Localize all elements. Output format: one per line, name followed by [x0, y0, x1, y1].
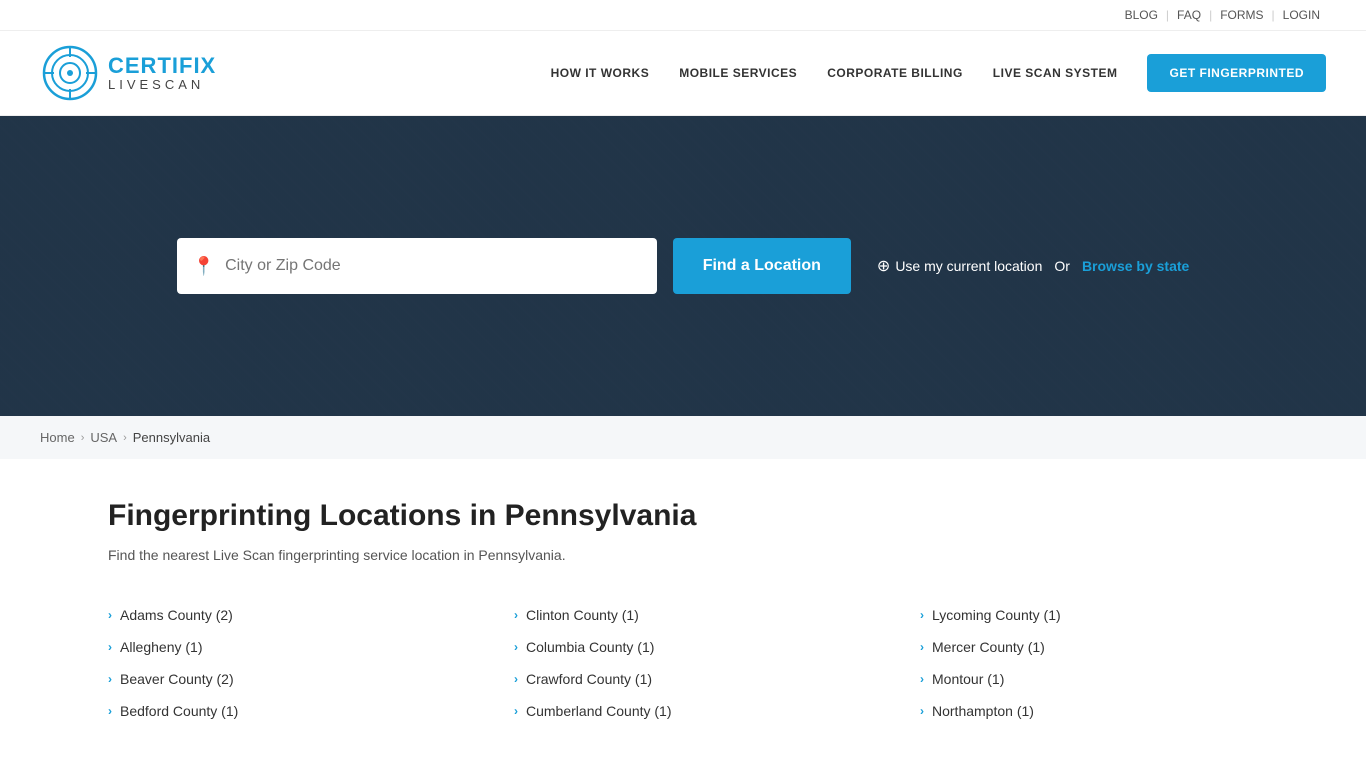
list-item[interactable]: › Montour (1): [920, 663, 1326, 695]
chevron-icon: ›: [920, 640, 924, 654]
search-box: 📍: [177, 238, 657, 294]
chevron-icon: ›: [920, 672, 924, 686]
logo-livescan: LIVESCAN: [108, 78, 216, 92]
or-text: Or: [1054, 258, 1070, 274]
chevron-icon: ›: [108, 672, 112, 686]
blog-link[interactable]: BLOG: [1125, 8, 1158, 22]
nav-mobile-services[interactable]: MOBILE SERVICES: [679, 66, 797, 80]
chevron-icon: ›: [920, 704, 924, 718]
county-col-2: › Clinton County (1) › Columbia County (…: [514, 599, 920, 727]
chevron-icon: ›: [514, 640, 518, 654]
list-item[interactable]: › Columbia County (1): [514, 631, 920, 663]
county-grid: › Adams County (2) › Allegheny (1) › Bea…: [108, 599, 1326, 727]
county-name: Cumberland County (1): [526, 703, 672, 719]
separator-3: |: [1272, 8, 1275, 22]
breadcrumb-current: Pennsylvania: [133, 430, 210, 445]
logo[interactable]: CERTIFIX LIVESCAN: [40, 43, 216, 103]
find-location-button[interactable]: Find a Location: [673, 238, 851, 294]
separator-2: |: [1209, 8, 1212, 22]
list-item[interactable]: › Adams County (2): [108, 599, 514, 631]
breadcrumb-chevron-2: ›: [123, 432, 127, 444]
get-fingerprinted-button[interactable]: GET FINGERPRINTED: [1147, 54, 1326, 92]
logo-text: CERTIFIX LIVESCAN: [108, 54, 216, 92]
county-name: Montour (1): [932, 671, 1004, 687]
breadcrumb-home[interactable]: Home: [40, 430, 75, 445]
logo-certifix: CERTIFIX: [108, 54, 216, 78]
top-bar: BLOG | FAQ | FORMS | LOGIN: [0, 0, 1366, 31]
county-name: Clinton County (1): [526, 607, 639, 623]
chevron-icon: ›: [108, 704, 112, 718]
county-name: Allegheny (1): [120, 639, 203, 655]
list-item[interactable]: › Cumberland County (1): [514, 695, 920, 727]
nav-how-it-works[interactable]: HOW IT WORKS: [551, 66, 650, 80]
hero-content: 📍 Find a Location ⊕ Use my current locat…: [177, 238, 1190, 294]
use-location-button[interactable]: ⊕ Use my current location: [877, 256, 1042, 276]
breadcrumb-usa[interactable]: USA: [90, 430, 117, 445]
login-link[interactable]: LOGIN: [1283, 8, 1320, 22]
list-item[interactable]: › Northampton (1): [920, 695, 1326, 727]
county-name: Bedford County (1): [120, 703, 238, 719]
county-col-3: › Lycoming County (1) › Mercer County (1…: [920, 599, 1326, 727]
chevron-icon: ›: [920, 608, 924, 622]
search-input[interactable]: [225, 257, 641, 275]
logo-icon: [40, 43, 100, 103]
county-name: Mercer County (1): [932, 639, 1045, 655]
breadcrumb: Home › USA › Pennsylvania: [0, 416, 1366, 459]
county-col-1: › Adams County (2) › Allegheny (1) › Bea…: [108, 599, 514, 727]
pin-icon: 📍: [193, 256, 215, 277]
nav-live-scan-system[interactable]: LIVE SCAN SYSTEM: [993, 66, 1118, 80]
county-name: Beaver County (2): [120, 671, 234, 687]
county-name: Adams County (2): [120, 607, 233, 623]
chevron-icon: ›: [514, 608, 518, 622]
browse-by-state-link[interactable]: Browse by state: [1082, 258, 1189, 274]
hero-section: 📍 Find a Location ⊕ Use my current locat…: [0, 116, 1366, 416]
nav-corporate-billing[interactable]: CORPORATE BILLING: [827, 66, 963, 80]
faq-link[interactable]: FAQ: [1177, 8, 1201, 22]
county-name: Northampton (1): [932, 703, 1034, 719]
page-title: Fingerprinting Locations in Pennsylvania: [108, 499, 1326, 533]
target-icon: ⊕: [877, 256, 890, 276]
county-name: Crawford County (1): [526, 671, 652, 687]
breadcrumb-chevron-1: ›: [81, 432, 85, 444]
chevron-icon: ›: [108, 640, 112, 654]
hero-extra: ⊕ Use my current location Or Browse by s…: [877, 256, 1189, 276]
page-description: Find the nearest Live Scan fingerprintin…: [108, 547, 1326, 563]
header: CERTIFIX LIVESCAN HOW IT WORKS MOBILE SE…: [0, 31, 1366, 116]
forms-link[interactable]: FORMS: [1220, 8, 1263, 22]
main-nav: HOW IT WORKS MOBILE SERVICES CORPORATE B…: [551, 54, 1326, 92]
list-item[interactable]: › Beaver County (2): [108, 663, 514, 695]
separator-1: |: [1166, 8, 1169, 22]
county-name: Columbia County (1): [526, 639, 654, 655]
list-item[interactable]: › Mercer County (1): [920, 631, 1326, 663]
county-name: Lycoming County (1): [932, 607, 1061, 623]
list-item[interactable]: › Clinton County (1): [514, 599, 920, 631]
list-item[interactable]: › Bedford County (1): [108, 695, 514, 727]
main-content: Fingerprinting Locations in Pennsylvania…: [0, 459, 1366, 767]
list-item[interactable]: › Lycoming County (1): [920, 599, 1326, 631]
chevron-icon: ›: [514, 704, 518, 718]
list-item[interactable]: › Crawford County (1): [514, 663, 920, 695]
list-item[interactable]: › Allegheny (1): [108, 631, 514, 663]
use-location-label: Use my current location: [895, 258, 1042, 274]
chevron-icon: ›: [108, 608, 112, 622]
chevron-icon: ›: [514, 672, 518, 686]
